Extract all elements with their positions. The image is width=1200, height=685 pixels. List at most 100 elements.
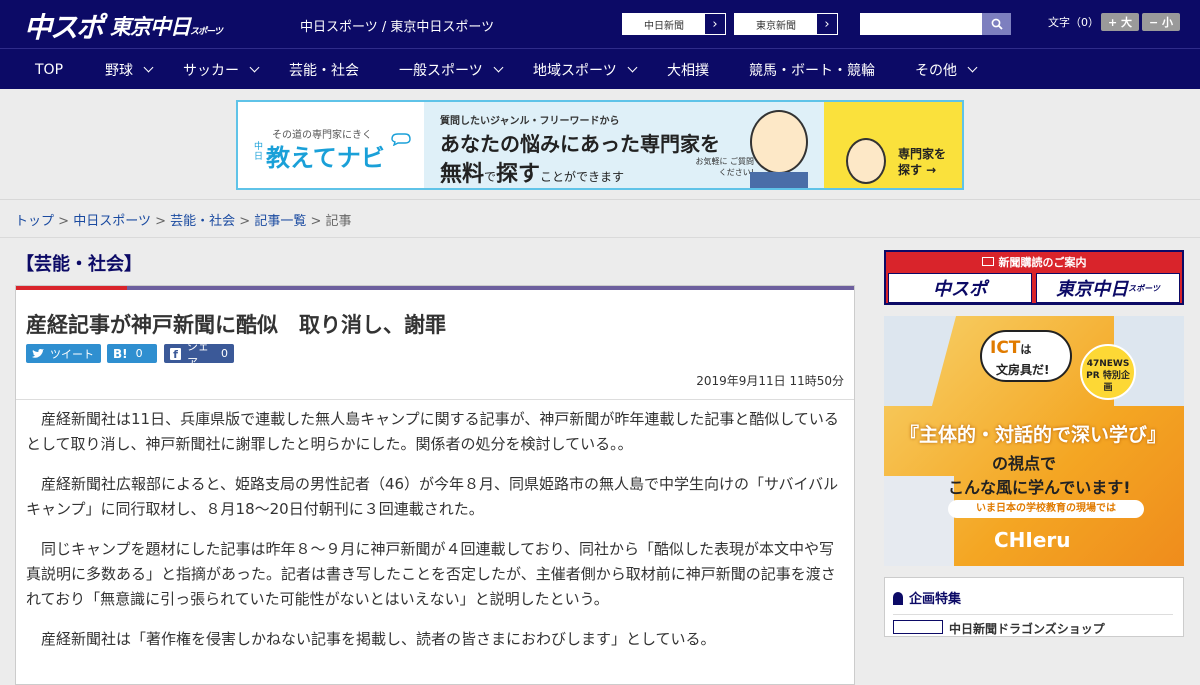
facebook-icon: f	[170, 347, 181, 361]
article-paragraph: 産経新聞社広報部によると、姫路支局の男性記者（46）が今年８月、同県姫路市の無人…	[26, 475, 839, 518]
article-title: 産経記事が神戸新聞に酷似 取り消し、謝罪	[26, 313, 446, 337]
tokyo-shimbun-link[interactable]: 東京新聞 ›	[734, 13, 838, 35]
ad-mid-line1: 質問したいジャンル・フリーワードから	[440, 116, 620, 127]
bar-purple	[127, 286, 854, 290]
nav-item-sumo[interactable]: 大相撲	[667, 49, 709, 90]
ribbon-icon	[893, 592, 903, 605]
nav-label: 大相撲	[667, 62, 709, 79]
nav-item-entertainment[interactable]: 芸能・社会	[289, 49, 359, 90]
breadcrumb-current: 記事	[325, 214, 352, 229]
tokyo-shimbun-label: 東京新聞	[735, 14, 817, 34]
nav-item-baseball[interactable]: 野球	[105, 49, 154, 90]
chevron-right-icon: ›	[712, 16, 718, 32]
ad-left-panel: その道の専門家にきく 中日 教えてナビ	[238, 102, 424, 188]
ad-ribbon: いま日本の学校教育の現場では	[948, 500, 1144, 518]
ad-mid-can: ことができます	[540, 170, 625, 184]
feature-title: 企画特集	[909, 592, 962, 607]
breadcrumb-separator: >	[155, 214, 166, 229]
speech-bubble-icon	[391, 133, 411, 146]
global-nav: TOP 野球 サッカー 芸能・社会 一般スポーツ 地域スポーツ 大相撲 競馬・ボ…	[0, 48, 1200, 89]
nav-item-keiba[interactable]: 競馬・ボート・競輪	[749, 49, 875, 90]
ad-middle-panel: 質問したいジャンル・フリーワードから あなたの悩みにあった専門家を 無料で探すこ…	[424, 102, 824, 188]
ict-bubble-label: ICTは	[990, 338, 1031, 358]
bar-red	[16, 286, 127, 290]
nav-item-general-sports[interactable]: 一般スポーツ	[399, 49, 504, 90]
chevron-down-icon	[967, 62, 978, 73]
tokyo-chunichi-logo-text: 東京中日	[110, 15, 191, 39]
chuspo-logo[interactable]: 中スポ	[24, 6, 104, 46]
article-body: 産経新聞社は11日、兵庫県版で連載した無人島キャンプに関する記事が、神戸新聞が昨…	[26, 407, 846, 667]
subscription-header-label: 新聞購読のご案内	[998, 255, 1087, 269]
nav-label: サッカー	[183, 62, 239, 79]
article-paragraph: 産経新聞社は11日、兵庫県版で連載した無人島キャンプに関する記事が、神戸新聞が昨…	[26, 410, 839, 453]
oshiete-navi-ad[interactable]: その道の専門家にきく 中日 教えてナビ 質問したいジャンル・フリーワードから あ…	[236, 100, 964, 190]
feature-box: 企画特集 中日新聞ドラゴンズショップ	[884, 577, 1184, 637]
feature-item[interactable]: 中日新聞ドラゴンズショップ	[949, 620, 1105, 637]
nav-label: 芸能・社会	[289, 62, 359, 79]
chevron-down-icon	[249, 62, 260, 73]
hatena-bookmark-button[interactable]: B! 0	[107, 344, 157, 363]
chunichi-shimbun-label: 中日新聞	[623, 14, 705, 34]
breadcrumb-link[interactable]: 中日スポーツ	[73, 214, 151, 229]
ict-education-ad[interactable]: ICTは 文房具だ! 47NEWS PR 特別企画 『主体的・対話的で深い学び』…	[884, 316, 1184, 566]
font-size-label: 文字（0）	[1048, 16, 1099, 29]
ad-right-cta: 専門家を 探す →	[898, 147, 947, 177]
woman-illustration	[846, 138, 886, 184]
font-bigger-button[interactable]: + 大	[1101, 13, 1139, 31]
classroom-photo-bottom	[884, 476, 954, 566]
nav-label: 一般スポーツ	[399, 62, 483, 79]
breadcrumb-link[interactable]: 芸能・社会	[170, 214, 235, 229]
nav-item-soccer[interactable]: サッカー	[183, 49, 260, 90]
hatena-count: 0	[135, 347, 143, 360]
feature-divider	[893, 614, 1173, 615]
facebook-share-button[interactable]: f シェア 0	[164, 340, 234, 369]
subscription-box: 新聞購読のご案内 中スポ 東京中日 スポーツ	[884, 250, 1184, 305]
font-smaller-button[interactable]: − 小	[1142, 13, 1180, 31]
search-input[interactable]	[860, 13, 982, 35]
tokyo-chunichi-logo[interactable]: 東京中日スポーツ	[110, 11, 223, 41]
search-box	[860, 13, 1011, 35]
nav-item-other[interactable]: その他	[915, 49, 978, 90]
search-icon	[991, 18, 1003, 30]
breadcrumb-link[interactable]: 記事一覧	[254, 214, 306, 229]
top-header: 中スポ 東京中日スポーツ 中日スポーツ / 東京中日スポーツ 中日新聞 › 東京新…	[0, 0, 1200, 48]
tokyo-chunichi-logo-small: スポーツ	[190, 27, 223, 37]
twitter-bird-icon	[32, 348, 44, 358]
breadcrumb: トップ > 中日スポーツ > 芸能・社会 > 記事一覧 > 記事	[0, 200, 1200, 238]
ad-mid-line2: あなたの悩みにあった専門家を	[440, 132, 720, 156]
breadcrumb-separator: >	[310, 214, 322, 229]
ad-mid-line3: 無料で探すことができます	[440, 156, 624, 188]
tweet-button[interactable]: ツイート	[26, 344, 101, 363]
breadcrumb-separator: >	[58, 214, 70, 229]
category-heading: 【芸能・社会】	[16, 254, 142, 275]
ad-headline-2: の視点で	[992, 454, 1057, 473]
article-paragraph: 産経新聞社は「著作権を侵害しかねない記事を掲載し、読者の皆さまにおわびします」と…	[41, 630, 716, 648]
ad-mid-free: 無料	[440, 162, 485, 187]
breadcrumb-link[interactable]: トップ	[15, 214, 54, 229]
article-date: 2019年9月11日 11時50分	[696, 374, 844, 388]
man-with-glasses-illustration	[750, 110, 808, 174]
article-paragraph: 同じキャンプを題材にした記事は昨年８～９月に神戸新聞が４回連載しており、同社から…	[26, 540, 836, 608]
chevron-down-icon	[143, 62, 154, 73]
nav-item-local-sports[interactable]: 地域スポーツ	[533, 49, 638, 90]
nav-label: その他	[915, 62, 957, 79]
subscribe-b-small: スポーツ	[1128, 283, 1160, 293]
nav-item-top[interactable]: TOP	[35, 49, 63, 90]
subscribe-b-label: 東京中日	[1056, 279, 1129, 300]
chevron-right-icon: ›	[824, 16, 830, 32]
tweet-label: ツイート	[50, 347, 94, 361]
chevron-down-icon	[627, 62, 638, 73]
chieru-logo: CHIeru	[994, 528, 1071, 552]
article-top-bar	[16, 286, 854, 290]
subscribe-chuspo-button[interactable]: 中スポ	[888, 273, 1032, 303]
ad-mid-note: お気軽に ご質問ください!	[695, 157, 754, 177]
search-button[interactable]	[982, 13, 1011, 35]
feature-thumbnail	[893, 620, 943, 634]
suit-illustration	[750, 172, 808, 188]
ad-mid-find: 探す	[496, 162, 541, 187]
chunichi-shimbun-link[interactable]: 中日新聞 ›	[622, 13, 726, 35]
breadcrumb-separator: >	[239, 214, 251, 229]
nav-label: 野球	[105, 62, 133, 79]
subscribe-tokyo-chunichi-button[interactable]: 東京中日 スポーツ	[1036, 273, 1180, 303]
newspaper-icon	[981, 257, 994, 266]
